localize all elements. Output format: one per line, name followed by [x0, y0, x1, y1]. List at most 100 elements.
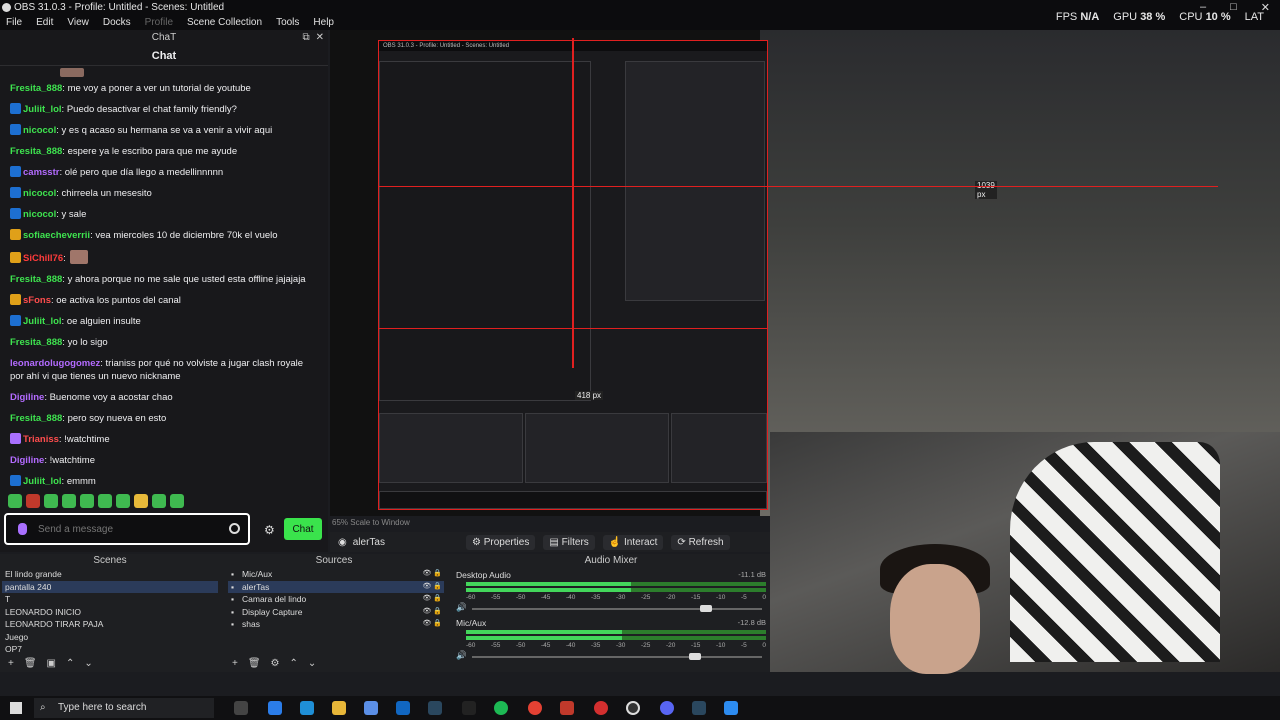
emote-icon[interactable] [152, 494, 166, 508]
volume-fader[interactable] [472, 605, 762, 612]
obs-icon[interactable] [626, 701, 640, 715]
steam-icon[interactable] [692, 701, 706, 715]
float-dock-icon[interactable]: ⧉ [302, 32, 309, 43]
move-down-icon[interactable]: ⌄ [84, 658, 92, 669]
chat-username[interactable]: sFons [23, 295, 51, 306]
chat-username[interactable]: Juliit_lol [23, 104, 62, 115]
file-explorer-icon[interactable] [332, 701, 346, 715]
app-icon[interactable] [560, 701, 574, 715]
menu-help[interactable]: Help [313, 15, 334, 30]
store-icon[interactable] [364, 701, 378, 715]
menu-view[interactable]: View [67, 15, 89, 30]
chat-username[interactable]: nicocol [23, 209, 56, 220]
microphone-icon[interactable] [18, 523, 27, 535]
visibility-lock-icon[interactable]: 👁 🔒 [422, 581, 442, 594]
visibility-lock-icon[interactable]: 👁 🔒 [422, 618, 442, 631]
emote-icon[interactable] [44, 494, 58, 508]
scene-item[interactable]: T [2, 593, 218, 606]
chat-username[interactable]: Fresita_888 [10, 146, 62, 157]
move-down-icon[interactable]: ⌄ [308, 658, 316, 669]
opera-icon[interactable] [594, 701, 608, 715]
menu-profile[interactable]: Profile [145, 15, 173, 30]
source-item[interactable]: ▪ Display Capture 👁 🔒 [228, 606, 444, 619]
trash-icon[interactable]: 🗑 [24, 658, 37, 669]
scene-item[interactable]: OP7 [2, 643, 218, 656]
move-up-icon[interactable]: ⌃ [290, 658, 298, 669]
app-icon[interactable] [724, 701, 738, 715]
emote-icon[interactable] [98, 494, 112, 508]
add-icon[interactable]: + [232, 658, 238, 669]
app-icon[interactable] [462, 701, 476, 715]
windows-start-icon[interactable] [10, 702, 22, 714]
chat-username[interactable]: Trianiss [23, 434, 59, 445]
chat-username[interactable]: Juliit_lol [23, 316, 62, 327]
chat-username[interactable]: Fresita_888 [10, 413, 62, 424]
filters-button[interactable]: ▤ Filters [543, 534, 595, 550]
task-view-icon[interactable] [234, 701, 248, 715]
chrome-icon[interactable] [528, 701, 542, 715]
visibility-lock-icon[interactable]: 👁 🔒 [422, 606, 442, 619]
chat-username[interactable]: Fresita_888 [10, 274, 62, 285]
emote-icon[interactable] [80, 494, 94, 508]
chat-send-button[interactable]: Chat [284, 518, 322, 540]
fader-handle[interactable] [700, 605, 712, 612]
gear-icon[interactable]: ⚙ [264, 523, 275, 537]
taskbar-search[interactable]: ⌕ Type here to search [34, 698, 214, 718]
menu-tools[interactable]: Tools [276, 15, 299, 30]
emote-icon[interactable] [8, 494, 22, 508]
chat-username[interactable]: Fresita_888 [10, 83, 62, 94]
scale-label[interactable]: 65% Scale to Window [332, 518, 410, 527]
steam-icon[interactable] [428, 701, 442, 715]
scenes-list[interactable]: El lindo grande pantalla 240 T LEONARDO INI… [2, 568, 218, 656]
source-item[interactable]: ▪ Camara del lindo 👁 🔒 [228, 593, 444, 606]
move-up-icon[interactable]: ⌃ [66, 658, 74, 669]
chat-input-box[interactable] [4, 513, 250, 545]
menu-scene-collection[interactable]: Scene Collection [187, 15, 262, 30]
chat-username[interactable]: Digiline [10, 392, 44, 403]
properties-button[interactable]: ⚙ Properties [466, 534, 536, 550]
source-item[interactable]: ▪ alerTas 👁 🔒 [228, 580, 444, 594]
chat-username[interactable]: Digiline [10, 455, 44, 466]
chat-username[interactable]: Juliit_lol [23, 476, 62, 487]
fader-handle[interactable] [689, 653, 701, 660]
emoji-icon[interactable] [229, 523, 240, 534]
edge-icon[interactable] [300, 701, 314, 715]
scene-item[interactable]: Juego [2, 631, 218, 644]
speaker-icon[interactable]: 🔊 [456, 650, 467, 661]
trash-icon[interactable]: 🗑 [248, 658, 261, 669]
chat-username[interactable]: nicocol [23, 188, 56, 199]
chat-username[interactable]: Fresita_888 [10, 337, 62, 348]
visibility-lock-icon[interactable]: 👁 🔒 [422, 568, 442, 581]
interact-button[interactable]: ☝ Interact [602, 534, 664, 550]
emote-icon[interactable] [26, 494, 40, 508]
scene-item[interactable]: LEONARDO TIRAR PAJA [2, 618, 218, 631]
sources-list[interactable]: ▪ Mic/Aux 👁 🔒 ▪ alerTas 👁 🔒 ▪ Camara del lindo 👁… [228, 568, 444, 631]
chat-username[interactable]: SiChill76 [23, 253, 63, 264]
chat-username[interactable]: leonardolugogomez [10, 358, 100, 369]
scene-item[interactable]: pantalla 240 [2, 580, 218, 593]
scene-item[interactable]: LEONARDO INICIO [2, 606, 218, 619]
visibility-lock-icon[interactable]: 👁 🔒 [422, 593, 442, 606]
outlook-icon[interactable] [396, 701, 410, 715]
filter-icon[interactable]: ▣ [47, 658, 56, 669]
menu-file[interactable]: File [6, 15, 22, 30]
emote-icon[interactable] [116, 494, 130, 508]
spotify-icon[interactable] [494, 701, 508, 715]
copilot-icon[interactable] [268, 701, 282, 715]
chat-username[interactable]: nicocol [23, 125, 56, 136]
source-item[interactable]: ▪ shas 👁 🔒 [228, 618, 444, 631]
chat-username[interactable]: camsstr [23, 167, 59, 178]
gear-icon[interactable]: ⚙ [271, 658, 280, 669]
discord-icon[interactable] [660, 701, 674, 715]
menu-edit[interactable]: Edit [36, 15, 53, 30]
source-item[interactable]: ▪ Mic/Aux 👁 🔒 [228, 568, 444, 581]
scene-item[interactable]: El lindo grande [2, 568, 218, 581]
menu-docks[interactable]: Docks [103, 15, 131, 30]
chat-input[interactable] [38, 521, 218, 537]
refresh-button[interactable]: ⟳ Refresh [671, 534, 730, 550]
chat-messages[interactable]: Fresita_888: me voy a poner a ver un tut… [4, 78, 322, 490]
emote-icon[interactable] [62, 494, 76, 508]
add-icon[interactable]: + [8, 658, 14, 669]
speaker-icon[interactable]: 🔊 [456, 602, 467, 613]
volume-fader[interactable] [472, 653, 762, 660]
